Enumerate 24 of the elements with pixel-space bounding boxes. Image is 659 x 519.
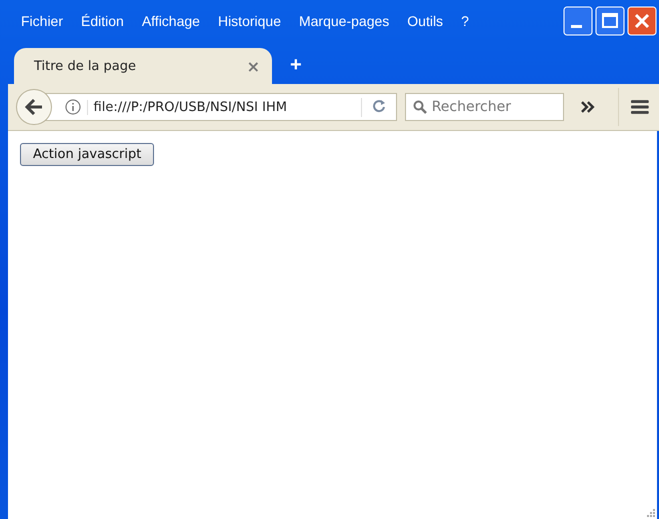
reload-icon[interactable] bbox=[372, 98, 386, 112]
menu-item[interactable]: ? bbox=[452, 13, 478, 29]
info-icon[interactable] bbox=[64, 99, 81, 115]
action-button[interactable]: Action javascript bbox=[20, 143, 154, 166]
search-icon bbox=[412, 100, 427, 114]
overflow-icon[interactable] bbox=[580, 101, 596, 113]
minimize-button[interactable] bbox=[563, 6, 593, 36]
menu-item[interactable]: Marque-pages bbox=[290, 13, 398, 29]
tab-close-button[interactable]: × bbox=[246, 56, 260, 76]
browser-tab[interactable]: Titre de la page × bbox=[14, 48, 272, 84]
menu-item[interactable]: Historique bbox=[208, 13, 290, 29]
back-button[interactable] bbox=[16, 89, 52, 125]
close-button[interactable] bbox=[627, 6, 657, 36]
search-field[interactable]: Rechercher bbox=[404, 93, 564, 121]
menu-item[interactable]: Outils bbox=[398, 13, 452, 29]
menu-icon[interactable] bbox=[631, 100, 649, 114]
menu-item[interactable]: Affichage bbox=[132, 13, 209, 29]
maximize-button[interactable] bbox=[595, 6, 625, 36]
new-tab-button[interactable]: + bbox=[284, 53, 308, 78]
url-text: file:///P:/PRO/USB/NSI/NSI IHM bbox=[86, 100, 361, 114]
menu-item[interactable]: Fichier bbox=[12, 13, 72, 29]
resize-grip-icon bbox=[645, 507, 655, 517]
back-arrow-icon bbox=[24, 99, 43, 115]
menu-item[interactable]: Édition bbox=[72, 13, 133, 29]
